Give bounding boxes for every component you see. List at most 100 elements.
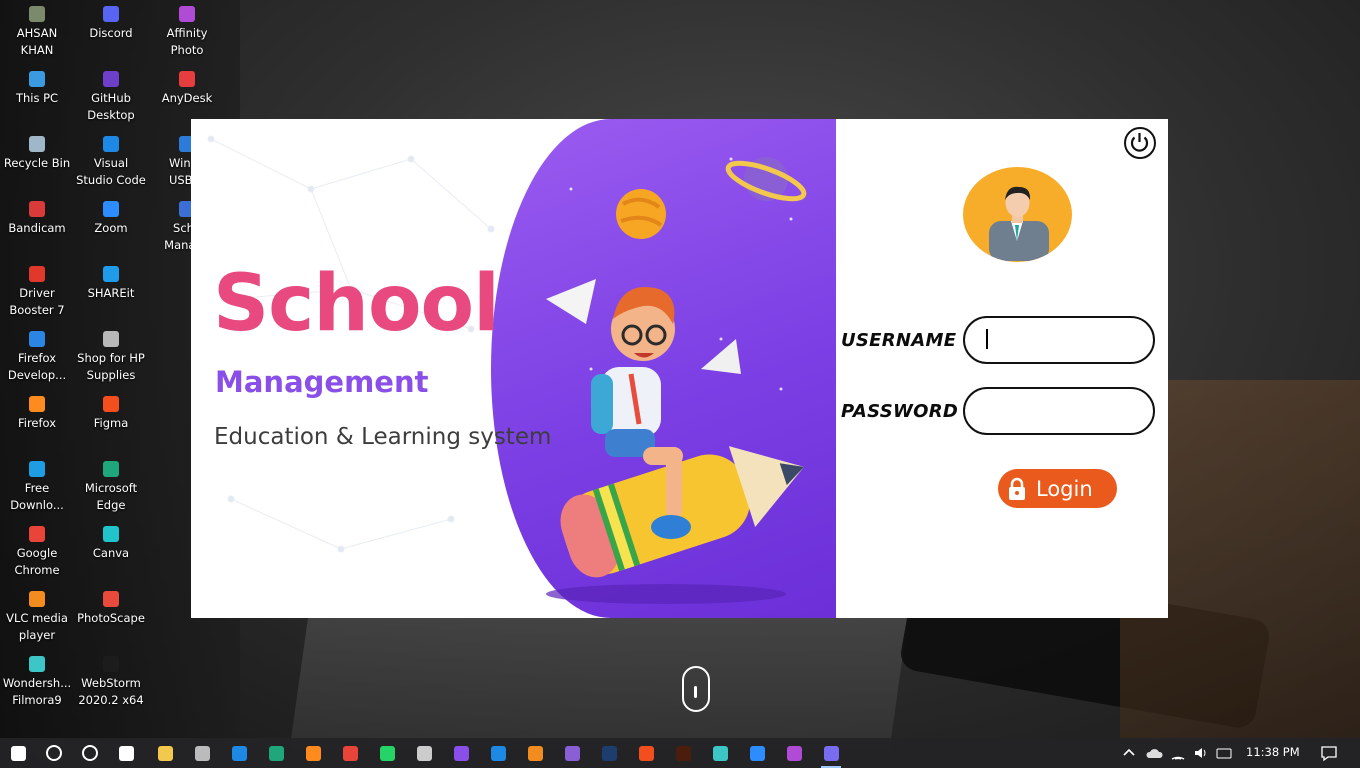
vscode-icon[interactable] bbox=[480, 738, 516, 768]
desktop-icon-label: Free Downlo... bbox=[10, 481, 64, 512]
app-icon[interactable] bbox=[702, 738, 738, 768]
school-banner: School Management Education & Learning s… bbox=[191, 119, 836, 618]
desktop-icon[interactable]: This PC bbox=[0, 65, 74, 107]
app-icon bbox=[29, 266, 45, 282]
desktop-icon[interactable]: Recycle Bin bbox=[0, 130, 74, 172]
desktop-icon-label: Visual Studio Code bbox=[76, 156, 146, 187]
figma-icon[interactable] bbox=[628, 738, 664, 768]
desktop-icon[interactable]: AnyDesk bbox=[150, 65, 224, 107]
desktop-icon[interactable]: Zoom bbox=[74, 195, 148, 237]
app-icon bbox=[29, 591, 45, 607]
volume-icon[interactable] bbox=[1193, 745, 1209, 761]
chevron-up-icon[interactable] bbox=[1122, 746, 1136, 760]
illustrator-icon[interactable] bbox=[665, 738, 701, 768]
password-label: PASSWORD bbox=[841, 401, 959, 422]
zoom-icon[interactable] bbox=[739, 738, 775, 768]
onedrive-tray-icon[interactable] bbox=[1145, 746, 1163, 760]
background-laptop bbox=[289, 600, 911, 750]
github-icon[interactable] bbox=[554, 738, 590, 768]
chrome-icon[interactable] bbox=[332, 738, 368, 768]
app-icon bbox=[29, 6, 45, 22]
desktop-icon[interactable]: Bandicam bbox=[0, 195, 74, 237]
firefox-icon[interactable] bbox=[295, 738, 331, 768]
desktop-icon[interactable]: PhotoScape bbox=[74, 585, 148, 627]
desktop-icon-label: Wondersh... Filmora9 bbox=[2, 676, 72, 707]
mail-icon[interactable] bbox=[221, 738, 257, 768]
desktop-icon-label: Canva bbox=[92, 546, 130, 560]
scroll-hint-icon bbox=[682, 666, 710, 712]
visual-studio-icon[interactable] bbox=[443, 738, 479, 768]
sublime-icon[interactable] bbox=[517, 738, 553, 768]
task-view-icon[interactable] bbox=[108, 738, 144, 768]
desktop-icon-label: Affinity Photo bbox=[166, 26, 208, 57]
desktop-icon-label: Google Chrome bbox=[14, 546, 60, 577]
desktop-icon[interactable]: Wondersh... Filmora9 bbox=[0, 650, 74, 709]
desktop-icon[interactable]: GitHub Desktop bbox=[74, 65, 148, 124]
wifi-icon[interactable] bbox=[1170, 745, 1186, 761]
desktop-icon-label: AHSAN KHAN bbox=[16, 26, 58, 57]
desktop-icon-label: PhotoScape bbox=[77, 611, 145, 625]
cortana-icon[interactable] bbox=[72, 738, 108, 768]
desktop-icon[interactable]: WebStorm 2020.2 x64 bbox=[74, 650, 148, 709]
login-button-label: Login bbox=[1036, 476, 1093, 501]
brand-tagline: Education & Learning system bbox=[214, 424, 552, 450]
desktop-icon-label: SHAREit bbox=[87, 286, 135, 300]
text-caret bbox=[986, 329, 988, 349]
power-button[interactable] bbox=[1124, 127, 1156, 159]
app-icon bbox=[29, 461, 45, 477]
clock[interactable]: 11:38 PM bbox=[1246, 745, 1300, 759]
start-icon[interactable] bbox=[0, 738, 36, 768]
desktop-icon[interactable]: Discord bbox=[74, 0, 148, 42]
edge-icon[interactable] bbox=[258, 738, 294, 768]
desktop-icon[interactable]: Driver Booster 7 bbox=[0, 260, 74, 319]
app-icon bbox=[29, 201, 45, 217]
onedrive-icon[interactable] bbox=[406, 738, 442, 768]
notifications-icon[interactable] bbox=[1320, 744, 1338, 762]
username-input[interactable] bbox=[963, 316, 1155, 364]
desktop-icon[interactable]: Affinity Photo bbox=[150, 0, 224, 59]
file-explorer-icon[interactable] bbox=[147, 738, 183, 768]
desktop-icon-label: This PC bbox=[15, 91, 59, 105]
desktop-icon[interactable]: Figma bbox=[74, 390, 148, 432]
desktop-icon[interactable]: VLC media player bbox=[0, 585, 74, 644]
affinity-icon[interactable] bbox=[776, 738, 812, 768]
desktop-icon-label: Zoom bbox=[94, 221, 128, 235]
desktop-icon[interactable]: Google Chrome bbox=[0, 520, 74, 579]
keyboard-icon[interactable] bbox=[1216, 745, 1232, 761]
password-input[interactable] bbox=[963, 387, 1155, 435]
desktop-icon[interactable]: Canva bbox=[74, 520, 148, 562]
brand-title: School bbox=[213, 259, 500, 349]
store-icon[interactable] bbox=[184, 738, 220, 768]
app-icon bbox=[103, 656, 119, 672]
school-app-icon[interactable] bbox=[813, 738, 849, 768]
app-icon bbox=[103, 461, 119, 477]
desktop-icon[interactable]: Firefox Develop... bbox=[0, 325, 74, 384]
app-icon bbox=[103, 591, 119, 607]
desktop-icon[interactable]: Visual Studio Code bbox=[74, 130, 148, 189]
desktop-icon-label: Figma bbox=[93, 416, 129, 430]
whatsapp-icon[interactable] bbox=[369, 738, 405, 768]
app-icon bbox=[103, 201, 119, 217]
photoshop-icon[interactable] bbox=[591, 738, 627, 768]
desktop-icon-label: Shop for HP Supplies bbox=[77, 351, 145, 382]
desktop-icon-label: Recycle Bin bbox=[3, 156, 71, 170]
desktop-icon[interactable]: Shop for HP Supplies bbox=[74, 325, 148, 384]
app-icon bbox=[29, 396, 45, 412]
app-icon bbox=[103, 396, 119, 412]
desktop-icon-label: Microsoft Edge bbox=[84, 481, 138, 512]
app-icon bbox=[29, 526, 45, 542]
desktop-icon[interactable]: AHSAN KHAN bbox=[0, 0, 74, 59]
app-icon bbox=[103, 266, 119, 282]
search-icon[interactable] bbox=[36, 738, 72, 768]
desktop-icon[interactable]: SHAREit bbox=[74, 260, 148, 302]
desktop-icon[interactable]: Microsoft Edge bbox=[74, 455, 148, 514]
desktop-icon[interactable]: Free Downlo... bbox=[0, 455, 74, 514]
login-button[interactable]: Login bbox=[998, 469, 1117, 508]
app-icon bbox=[29, 656, 45, 672]
app-icon bbox=[29, 136, 45, 152]
app-icon bbox=[103, 526, 119, 542]
taskbar: 11:38 PM bbox=[0, 738, 1360, 768]
app-icon bbox=[179, 6, 195, 22]
user-avatar bbox=[963, 167, 1072, 262]
desktop-icon[interactable]: Firefox bbox=[0, 390, 74, 432]
